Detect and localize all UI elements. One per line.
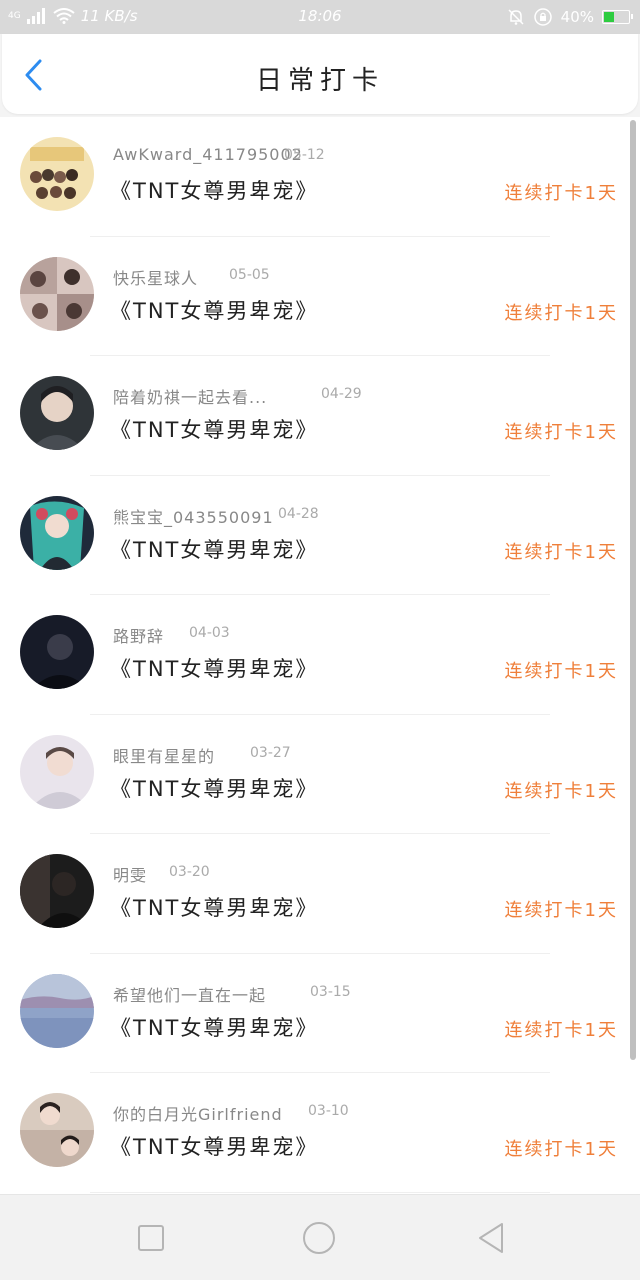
list-item[interactable]: 路野辞 04-03 《TNT女尊男卑宠》 连续打卡1天 — [0, 595, 640, 715]
circle-icon — [303, 1222, 335, 1254]
streak-label: 连续打卡1天 — [504, 1139, 618, 1160]
checkin-date: 05-05 — [229, 266, 270, 283]
username: 快乐星球人 — [113, 268, 199, 288]
book-title: 《TNT女尊男卑宠》 — [110, 1015, 319, 1040]
triangle-back-icon — [479, 1223, 503, 1253]
list-item[interactable]: 希望他们一直在一起 03-15 《TNT女尊男卑宠》 连续打卡1天 — [0, 954, 640, 1073]
streak-label: 连续打卡1天 — [504, 900, 618, 921]
list-item[interactable]: AwKward_411795002 05-12 《TNT女尊男卑宠》 连续打卡1… — [0, 117, 640, 237]
checkin-date: 03-27 — [250, 744, 291, 761]
square-icon — [138, 1225, 164, 1251]
list-item[interactable]: 陪着奶祺一起去看... 04-29 《TNT女尊男卑宠》 连续打卡1天 — [0, 356, 640, 476]
system-nav-bar — [0, 1194, 640, 1280]
username: AwKward_411795002 — [113, 145, 303, 164]
battery-icon — [602, 10, 633, 24]
list-item[interactable]: 你的白月光Girlfriend 03-10 《TNT女尊男卑宠》 连续打卡1天 — [0, 1073, 640, 1193]
avatar — [20, 256, 94, 331]
streak-label: 连续打卡1天 — [504, 541, 618, 563]
page-title: 日常打卡 — [255, 66, 384, 96]
username: 你的白月光Girlfriend — [113, 1105, 283, 1124]
list-item[interactable]: 眼里有星星的 03-27 《TNT女尊男卑宠》 连续打卡1天 — [0, 715, 640, 834]
status-bar: 4G 11 KB/s 18:06 40% — [0, 0, 640, 34]
avatar — [20, 495, 94, 570]
streak-label: 连续打卡1天 — [504, 302, 618, 324]
battery-percent: 40% — [560, 8, 594, 26]
book-title: 《TNT女尊男卑宠》 — [110, 537, 319, 562]
screen: 4G 11 KB/s 18:06 40% 日常打卡 AwKward_411795… — [0, 0, 640, 1280]
checkin-date: 04-28 — [278, 505, 319, 522]
header: 日常打卡 — [2, 34, 638, 114]
avatar — [20, 615, 94, 689]
checkin-date: 03-15 — [310, 983, 351, 1000]
scrollbar[interactable] — [630, 120, 636, 1060]
book-title: 《TNT女尊男卑宠》 — [110, 776, 319, 801]
checkin-date: 03-20 — [169, 864, 210, 880]
checkin-date: 03-10 — [308, 1103, 349, 1119]
avatar — [20, 376, 94, 450]
username: 陪着奶祺一起去看... — [113, 388, 268, 407]
streak-label: 连续打卡1天 — [504, 661, 618, 682]
home-button[interactable] — [302, 1221, 336, 1255]
streak-label: 连续打卡1天 — [504, 183, 618, 204]
back-nav-button[interactable] — [474, 1221, 508, 1255]
username: 熊宝宝_043550091 — [113, 507, 274, 527]
username: 明雯 — [113, 866, 148, 885]
list-item[interactable]: 明雯 03-20 《TNT女尊男卑宠》 连续打卡1天 — [0, 834, 640, 954]
checkin-date: 05-12 — [284, 147, 325, 163]
streak-label: 连续打卡1天 — [504, 422, 618, 443]
book-title: 《TNT女尊男卑宠》 — [110, 298, 319, 323]
mute-bell-icon — [508, 9, 524, 25]
avatar — [20, 734, 94, 809]
list-item[interactable]: 熊宝宝_043550091 04-28 《TNT女尊男卑宠》 连续打卡1天 — [0, 476, 640, 595]
checkin-date: 04-03 — [189, 625, 230, 641]
book-title: 《TNT女尊男卑宠》 — [110, 657, 319, 681]
rotation-lock-icon — [533, 8, 552, 26]
avatar — [20, 854, 94, 928]
status-right: 40% — [507, 7, 633, 27]
list-item[interactable]: 快乐星球人 05-05 《TNT女尊男卑宠》 连续打卡1天 — [0, 237, 640, 356]
book-title: 《TNT女尊男卑宠》 — [110, 896, 319, 920]
book-title: 《TNT女尊男卑宠》 — [110, 1135, 319, 1159]
book-title: 《TNT女尊男卑宠》 — [110, 418, 319, 442]
avatar — [20, 973, 94, 1048]
username: 希望他们一直在一起 — [113, 985, 267, 1005]
username: 路野辞 — [113, 627, 165, 646]
avatar — [20, 1093, 94, 1167]
streak-label: 连续打卡1天 — [504, 780, 618, 802]
recents-button[interactable] — [134, 1221, 168, 1255]
streak-label: 连续打卡1天 — [504, 1019, 618, 1041]
book-title: 《TNT女尊男卑宠》 — [110, 179, 319, 203]
checkin-list: AwKward_411795002 05-12 《TNT女尊男卑宠》 连续打卡1… — [0, 117, 640, 1195]
username: 眼里有星星的 — [113, 746, 216, 766]
avatar — [20, 137, 94, 211]
checkin-date: 04-29 — [321, 386, 362, 402]
divider — [90, 1191, 550, 1193]
